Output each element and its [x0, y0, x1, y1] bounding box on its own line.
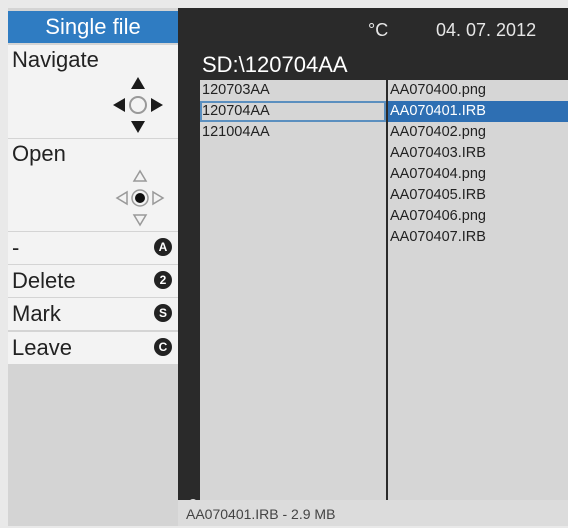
button-s-icon: S	[154, 304, 172, 322]
menu-item-a[interactable]: - A	[8, 232, 178, 264]
folder-item[interactable]: 120703AA	[200, 80, 386, 101]
date-display: 04. 07. 2012	[436, 20, 537, 40]
delete-button[interactable]: Delete 2	[8, 265, 178, 297]
menu-item-a-label: -	[12, 235, 20, 260]
status-bar: AA070401.IRB - 2.9 MB	[178, 500, 568, 526]
folder-item-selected[interactable]: 120704AA	[200, 101, 386, 122]
current-path: SD:\120704AA	[202, 52, 348, 77]
delete-label: Delete	[12, 268, 76, 293]
leave-label: Leave	[12, 335, 72, 360]
file-item[interactable]: AA070403.IRB	[388, 143, 568, 164]
mark-button[interactable]: Mark S	[8, 298, 178, 330]
file-browser-screen: °C 04. 07. 2012 SD:\120704AA 120703AA 12…	[178, 8, 568, 500]
mode-title: Single file	[8, 11, 178, 43]
file-item[interactable]: AA070406.png	[388, 206, 568, 227]
temperature-unit: °C	[368, 20, 389, 40]
left-menu-panel: Single file Navigate Open - A Delete 2 M…	[8, 8, 178, 526]
open-label: Open	[12, 141, 66, 166]
mark-label: Mark	[12, 301, 61, 326]
status-text: AA070401.IRB - 2.9 MB	[186, 506, 336, 522]
navigate-label: Navigate	[12, 47, 99, 72]
dpad-center-icon	[115, 169, 165, 227]
button-2-icon: 2	[154, 271, 172, 289]
device-frame: Single file Navigate Open - A Delete 2 M…	[8, 8, 568, 526]
file-item[interactable]: AA070402.png	[388, 122, 568, 143]
dpad-arrows-icon	[113, 77, 163, 133]
file-item[interactable]: AA070407.IRB	[388, 227, 568, 248]
folder-item[interactable]: 121004AA	[200, 122, 386, 143]
file-item-selected[interactable]: AA070401.IRB	[388, 101, 568, 122]
button-a-icon: A	[154, 238, 172, 256]
file-item[interactable]: AA070404.png	[388, 164, 568, 185]
file-item[interactable]: AA070405.IRB	[388, 185, 568, 206]
open-control[interactable]: Open	[8, 139, 178, 231]
file-item[interactable]: AA070400.png	[388, 80, 568, 101]
navigate-control[interactable]: Navigate	[8, 45, 178, 138]
leave-button[interactable]: Leave C	[8, 332, 178, 364]
file-list: AA070400.png AA070401.IRB AA070402.png A…	[388, 80, 568, 500]
folder-list: 120703AA 120704AA 121004AA	[200, 80, 386, 500]
button-c-icon: C	[154, 338, 172, 356]
